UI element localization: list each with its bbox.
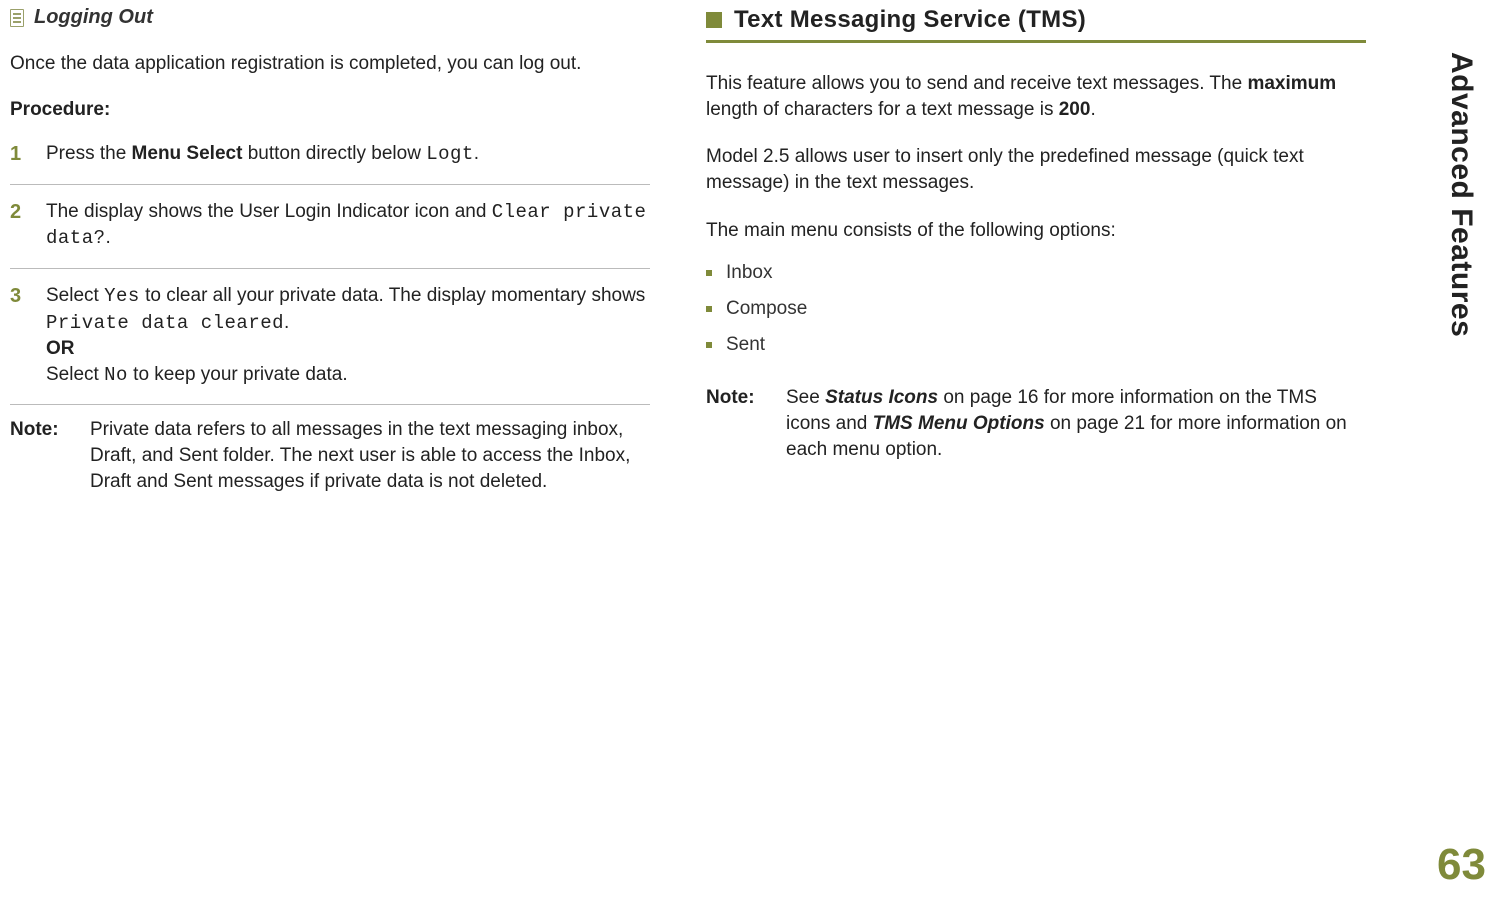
text-fragment: See <box>786 387 825 408</box>
tms-paragraph-1: This feature allows you to send and rece… <box>706 71 1366 122</box>
text-fragment: This feature allows you to send and rece… <box>706 73 1247 94</box>
section-heading-tms: Text Messaging Service (TMS) <box>706 6 1366 34</box>
step-number: 1 <box>10 141 28 168</box>
text-fragment: to keep your private data. <box>128 364 348 385</box>
square-bullet-icon <box>706 12 722 28</box>
text-fragment: button directly below <box>242 143 426 164</box>
code-text: Private data cleared <box>46 312 284 334</box>
note-label: Note: <box>10 417 72 494</box>
text-fragment: . <box>106 227 111 248</box>
bullet-icon <box>706 270 712 276</box>
list-item: Sent <box>706 327 1366 363</box>
intro-paragraph: Once the data application registration i… <box>10 51 650 77</box>
list-item: Compose <box>706 291 1366 327</box>
text-fragment: . <box>1090 99 1095 120</box>
or-label: OR <box>46 338 75 359</box>
text-bold-italic: TMS Menu Options <box>873 413 1045 434</box>
text-fragment: Press the <box>46 143 132 164</box>
note-block: Note: Private data refers to all message… <box>10 417 650 494</box>
left-column: Logging Out Once the data application re… <box>10 6 650 494</box>
step-text: Press the Menu Select button directly be… <box>46 141 479 168</box>
text-fragment: . <box>474 143 479 164</box>
text-fragment: The display shows the User Login Indicat… <box>46 201 492 222</box>
text-bold: Menu Select <box>132 143 243 164</box>
step-divider <box>10 268 650 269</box>
section-title: Text Messaging Service (TMS) <box>734 6 1086 34</box>
procedure-step: 3 Select Yes to clear all your private d… <box>10 281 650 403</box>
text-bold: maximum <box>1247 73 1336 94</box>
text-bold: 200 <box>1059 99 1091 120</box>
text-fragment: length of characters for a text message … <box>706 99 1059 120</box>
text-fragment: Select <box>46 285 104 306</box>
menu-intro: The main menu consists of the following … <box>706 218 1366 244</box>
note-label: Note: <box>706 385 768 462</box>
code-text: Logt <box>426 143 474 165</box>
sub-heading-logging-out: Logging Out <box>10 6 650 29</box>
step-number: 2 <box>10 199 28 252</box>
step-text: Select Yes to clear all your private dat… <box>46 283 650 389</box>
list-item-label: Compose <box>726 291 807 327</box>
list-item: Inbox <box>706 255 1366 291</box>
page-number: 63 <box>1437 840 1486 890</box>
section-rule <box>706 40 1366 43</box>
list-item-label: Inbox <box>726 255 772 291</box>
step-text: The display shows the User Login Indicat… <box>46 199 650 252</box>
text-fragment: to clear all your private data. The disp… <box>140 285 646 306</box>
step-divider <box>10 404 650 405</box>
tms-paragraph-2: Model 2.5 allows user to insert only the… <box>706 144 1366 195</box>
note-block: Note: See Status Icons on page 16 for mo… <box>706 385 1366 462</box>
sub-heading-title: Logging Out <box>34 6 153 29</box>
text-bold-italic: Status Icons <box>825 387 938 408</box>
note-body: Private data refers to all messages in t… <box>90 417 650 494</box>
procedure-step: 2 The display shows the User Login Indic… <box>10 197 650 266</box>
list-item-label: Sent <box>726 327 765 363</box>
procedure-step: 1 Press the Menu Select button directly … <box>10 139 650 182</box>
side-tab-label: Advanced Features <box>1444 52 1478 337</box>
two-column-layout: Logging Out Once the data application re… <box>10 0 1384 494</box>
document-page: Logging Out Once the data application re… <box>0 0 1504 904</box>
right-column: Text Messaging Service (TMS) This featur… <box>706 6 1366 494</box>
step-number: 3 <box>10 283 28 389</box>
code-text: No <box>104 364 128 386</box>
text-fragment: . <box>284 312 289 333</box>
menu-options-list: Inbox Compose Sent <box>706 255 1366 363</box>
document-icon <box>10 9 24 27</box>
procedure-label: Procedure: <box>10 99 650 121</box>
bullet-icon <box>706 306 712 312</box>
text-fragment: Select <box>46 364 104 385</box>
note-body: See Status Icons on page 16 for more inf… <box>786 385 1366 462</box>
code-text: Yes <box>104 285 140 307</box>
step-divider <box>10 184 650 185</box>
bullet-icon <box>706 342 712 348</box>
